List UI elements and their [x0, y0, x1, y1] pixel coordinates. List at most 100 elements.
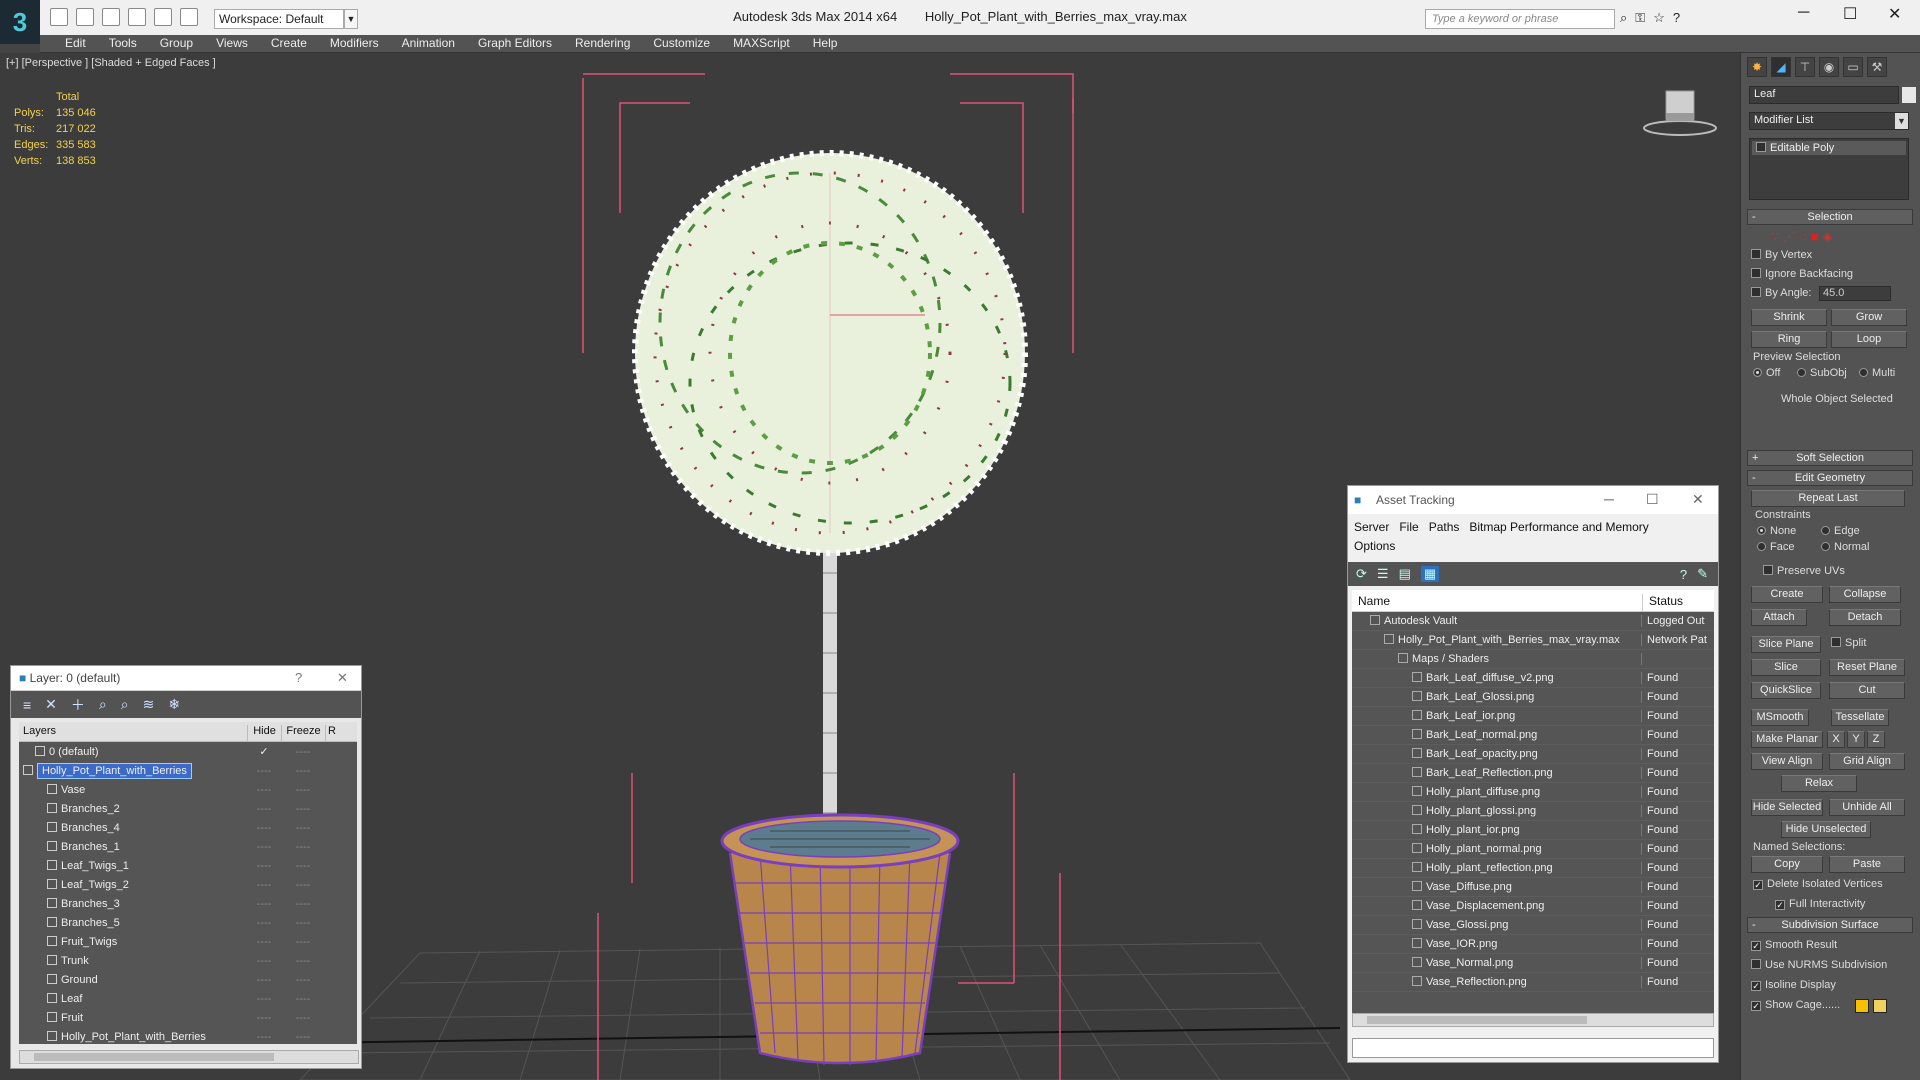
object-name-field[interactable]: Leaf: [1749, 86, 1899, 104]
asset-row[interactable]: Bark_Leaf_ior.png Found: [1352, 707, 1714, 726]
workspace-dropdown-icon[interactable]: ▼: [344, 9, 358, 29]
layer-row[interactable]: Trunk ---- ----: [19, 951, 357, 970]
asset-menu-options[interactable]: Options: [1354, 539, 1395, 553]
layer-freeze-toggle[interactable]: ----: [281, 765, 325, 777]
angle-spinner[interactable]: 45.0: [1819, 286, 1891, 301]
asset-path-field[interactable]: [1352, 1038, 1714, 1058]
layer-hide-toggle[interactable]: ----: [247, 879, 281, 891]
planar-x-button[interactable]: X: [1827, 731, 1845, 748]
slice-plane-button[interactable]: Slice Plane: [1751, 636, 1821, 653]
select-in-layer-icon[interactable]: ⌕: [99, 696, 107, 713]
menu-rendering[interactable]: Rendering: [564, 35, 642, 50]
menu-modifiers[interactable]: Modifiers: [319, 35, 391, 50]
layer-row[interactable]: Leaf ---- ----: [19, 989, 357, 1008]
preserve-uvs-checkbox[interactable]: Preserve UVs: [1763, 565, 1845, 577]
layer-freeze-toggle[interactable]: ----: [281, 955, 325, 967]
layer-name-cell[interactable]: Trunk: [19, 954, 247, 967]
asset-row[interactable]: Bark_Leaf_normal.png Found: [1352, 726, 1714, 745]
current-layer-check-icon[interactable]: ✓: [247, 745, 281, 758]
subobject-level-icons[interactable]: ∵ ⋰ ◌ ■ ◈: [1771, 229, 1832, 245]
loop-button[interactable]: Loop: [1831, 331, 1907, 348]
key-icon[interactable]: ⚿: [1635, 10, 1645, 26]
layer-name-cell[interactable]: Branches_4: [19, 821, 247, 834]
layer-hide-toggle[interactable]: ----: [247, 974, 281, 986]
tessellate-button[interactable]: Tessellate: [1831, 709, 1889, 726]
slice-button[interactable]: Slice: [1751, 659, 1821, 676]
layer-freeze-toggle[interactable]: ----: [281, 746, 325, 758]
asset-col-name[interactable]: Name: [1352, 594, 1642, 611]
copy-button[interactable]: Copy: [1751, 856, 1823, 873]
layer-hide-toggle[interactable]: ----: [247, 955, 281, 967]
layer-hide-toggle[interactable]: ----: [247, 784, 281, 796]
layer-freeze-toggle[interactable]: ----: [281, 1031, 325, 1043]
layer-hide-toggle[interactable]: ----: [247, 1012, 281, 1024]
asset-help-icon[interactable]: ?: [1680, 567, 1687, 582]
repeat-last-button[interactable]: Repeat Last: [1751, 490, 1905, 507]
layer-col-hide[interactable]: Hide: [247, 725, 281, 741]
layer-help-icon[interactable]: ?: [295, 670, 302, 685]
ring-button[interactable]: Ring: [1751, 331, 1827, 348]
layer-row[interactable]: Branches_3 ---- ----: [19, 894, 357, 913]
maximize-icon[interactable]: ☐: [1843, 4, 1857, 24]
layer-hide-toggle[interactable]: ----: [247, 898, 281, 910]
asset-row[interactable]: Bark_Leaf_diffuse_v2.png Found: [1352, 669, 1714, 688]
modify-tab-icon[interactable]: ◢: [1771, 57, 1791, 77]
modifier-list-select[interactable]: Modifier List: [1749, 112, 1909, 130]
show-cage-checkbox[interactable]: ✓ Show Cage......: [1751, 999, 1840, 1011]
asset-row[interactable]: Holly_Pot_Plant_with_Berries_max_vray.ma…: [1352, 631, 1714, 650]
view-align-button[interactable]: View Align: [1751, 753, 1823, 770]
close-icon[interactable]: ✕: [1888, 4, 1901, 24]
layer-hide-toggle[interactable]: ----: [247, 822, 281, 834]
grow-button[interactable]: Grow: [1831, 309, 1907, 326]
layer-col-freeze[interactable]: Freeze: [281, 725, 325, 741]
layer-name-cell[interactable]: Leaf_Twigs_1: [19, 859, 247, 872]
layer-name-cell[interactable]: Fruit: [19, 1011, 247, 1024]
layer-hide-toggle[interactable]: ----: [247, 1031, 281, 1043]
asset-row[interactable]: Holly_plant_ior.png Found: [1352, 821, 1714, 840]
delete-layer-icon[interactable]: ✕: [45, 696, 57, 713]
undo-icon[interactable]: [128, 8, 146, 26]
asset-row[interactable]: Bark_Leaf_opacity.png Found: [1352, 745, 1714, 764]
edit-geometry-rollout[interactable]: - Edit Geometry: [1747, 470, 1913, 486]
layer-freeze-toggle[interactable]: ----: [281, 822, 325, 834]
layer-hide-toggle[interactable]: ----: [247, 765, 281, 777]
asset-menu-bitmap-performance-and-memory[interactable]: Bitmap Performance and Memory: [1469, 520, 1648, 534]
menu-help[interactable]: Help: [802, 35, 850, 50]
layer-row[interactable]: Holly_Pot_Plant_with_Berries ---- ----: [19, 761, 357, 780]
delete-isolated-checkbox[interactable]: ✓ Delete Isolated Vertices: [1753, 878, 1883, 890]
reset-plane-button[interactable]: Reset Plane: [1829, 659, 1905, 676]
layer-hide-toggle[interactable]: ----: [247, 803, 281, 815]
layer-hide-toggle[interactable]: ----: [247, 841, 281, 853]
hide-all-layers-icon[interactable]: ≋: [143, 696, 155, 713]
layer-freeze-toggle[interactable]: ----: [281, 803, 325, 815]
preview-off-radio[interactable]: Off: [1753, 367, 1780, 379]
refresh-icon[interactable]: ⟳: [1356, 566, 1367, 582]
constraint-face-radio[interactable]: Face: [1757, 541, 1794, 553]
minimize-icon[interactable]: ─: [1798, 4, 1809, 22]
layer-name-cell[interactable]: Ground: [19, 973, 247, 986]
layer-row[interactable]: Leaf_Twigs_1 ---- ----: [19, 856, 357, 875]
layer-close-icon[interactable]: ✕: [337, 670, 348, 686]
create-tab-icon[interactable]: ✸: [1747, 57, 1767, 77]
asset-row[interactable]: Holly_plant_normal.png Found: [1352, 840, 1714, 859]
layer-name-cell[interactable]: Leaf_Twigs_2: [19, 878, 247, 891]
asset-row[interactable]: Vase_Diffuse.png Found: [1352, 878, 1714, 897]
search-input[interactable]: Type a keyword or phrase: [1425, 9, 1615, 29]
layer-col-name[interactable]: Layers: [19, 725, 247, 741]
split-checkbox[interactable]: Split: [1831, 637, 1866, 649]
layer-freeze-toggle[interactable]: ----: [281, 898, 325, 910]
help-icon[interactable]: ?: [1673, 10, 1680, 26]
planar-z-button[interactable]: Z: [1867, 731, 1885, 748]
viewport-label[interactable]: [+] [Perspective ] [Shaded + Edged Faces…: [6, 57, 216, 69]
create-layer-icon[interactable]: ≡: [23, 697, 31, 713]
hide-unselected-button[interactable]: Hide Unselected: [1781, 821, 1871, 838]
cage-color-swatch[interactable]: [1855, 999, 1869, 1013]
cage-selection-color-swatch[interactable]: [1873, 999, 1887, 1013]
open-file-icon[interactable]: [76, 8, 94, 26]
msmooth-button[interactable]: MSmooth: [1751, 709, 1809, 726]
asset-row[interactable]: Vase_Displacement.png Found: [1352, 897, 1714, 916]
layer-freeze-toggle[interactable]: ----: [281, 974, 325, 986]
list-view-icon[interactable]: ☰: [1377, 566, 1389, 582]
asset-row[interactable]: Vase_Glossi.png Found: [1352, 916, 1714, 935]
layer-hide-toggle[interactable]: ----: [247, 860, 281, 872]
